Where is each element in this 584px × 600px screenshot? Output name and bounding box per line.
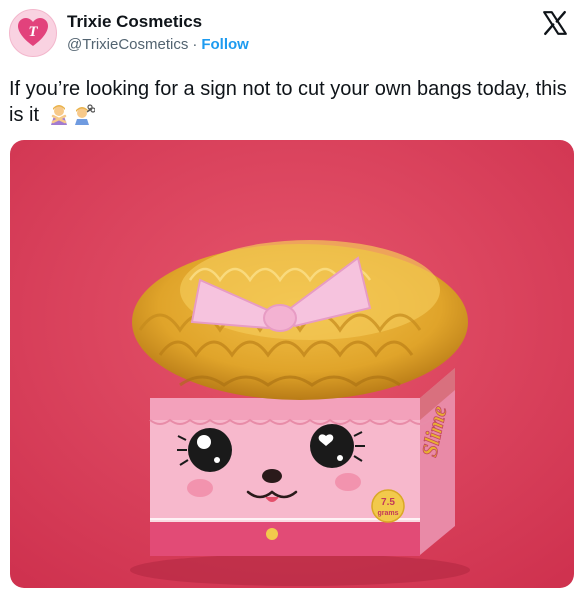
weight-badge: 7.5 grams	[371, 489, 405, 523]
right-cheek	[335, 473, 361, 491]
box-emblem	[266, 528, 278, 540]
account-name[interactable]: Trixie Cosmetics	[67, 12, 202, 32]
x-logo-icon[interactable]	[542, 10, 568, 36]
trixie-logo-icon: T	[18, 18, 48, 46]
account-handle[interactable]: @TrixieCosmetics	[67, 36, 188, 53]
tweet-card: T Trixie Cosmetics @TrixieCosmetics · Foll…	[0, 0, 584, 600]
avatar-letter: T	[28, 24, 38, 40]
weight-badge-unit: grams	[377, 510, 398, 517]
box-front	[149, 398, 431, 556]
follow-button[interactable]: Follow	[201, 36, 249, 53]
weight-badge-value: 7.5	[381, 497, 395, 508]
person-getting-haircut-emoji	[74, 104, 95, 125]
avatar[interactable]: T	[9, 9, 57, 57]
box-shadow	[130, 554, 470, 586]
person-gesturing-no-emoji	[50, 105, 67, 125]
tweet-text: If you’re looking for a sign not to cut …	[9, 76, 575, 128]
photo-canvas: Slime 7.5 grams	[10, 140, 574, 588]
handle-row: @TrixieCosmetics · Follow	[67, 36, 249, 53]
separator-dot: ·	[192, 36, 198, 53]
tweet-photo[interactable]: Slime 7.5 grams	[10, 140, 574, 588]
left-cheek	[187, 479, 213, 497]
